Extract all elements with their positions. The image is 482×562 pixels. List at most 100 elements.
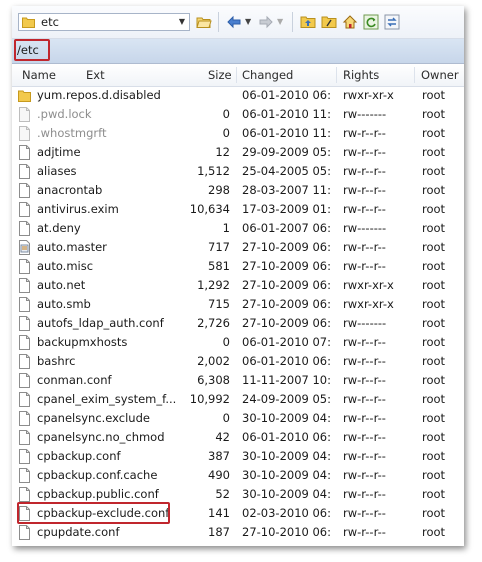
file-row[interactable]: auto.smb 715 27-10-2009 06:... rwxr-xr-x roo… <box>12 295 464 314</box>
file-rights: rw-r--r-- <box>343 183 386 197</box>
column-rights[interactable]: Rights <box>343 64 379 86</box>
file-changed: 06-01-2010 07:... <box>242 335 332 349</box>
file-size: 490 <box>208 468 230 482</box>
refresh-icon[interactable] <box>363 14 379 30</box>
folder-row[interactable]: yum.repos.d.disabled 06-01-2010 06:... rwx… <box>12 86 464 105</box>
directory-dropdown[interactable]: etc ▼ <box>18 13 190 31</box>
file-icon <box>19 202 30 217</box>
file-row[interactable]: .pwd.lock 0 06-01-2010 11:... rw------- root <box>12 105 464 124</box>
column-divider[interactable] <box>414 67 415 83</box>
column-divider[interactable] <box>236 67 237 83</box>
file-rights: rw-r--r-- <box>343 354 386 368</box>
file-icon <box>19 183 30 198</box>
column-changed[interactable]: Changed <box>242 64 293 86</box>
file-row[interactable]: backupmxhosts 0 06-01-2010 07:... rw-r--r--… <box>12 333 464 352</box>
hidden-file-icon <box>19 107 30 122</box>
column-ext[interactable]: Ext <box>86 64 105 86</box>
chevron-down-icon[interactable]: ▼ <box>177 17 187 27</box>
file-changed: 29-09-2009 05:... <box>242 145 332 159</box>
forward-history-dropdown-icon[interactable]: ▼ <box>277 17 283 26</box>
file-size: 581 <box>208 259 230 273</box>
file-row[interactable]: auto.misc 581 27-10-2009 06:... rw-r--r-- ro… <box>12 257 464 276</box>
parent-dir-icon[interactable] <box>300 14 316 30</box>
file-size: 1,292 <box>197 278 230 292</box>
file-owner: root <box>422 107 446 121</box>
file-rights: rw-r--r-- <box>343 449 386 463</box>
file-row[interactable]: cpupdate.conf 187 27-10-2010 06:... rw-r--r… <box>12 523 464 542</box>
file-size: 387 <box>208 449 230 463</box>
file-rights: rw-r--r-- <box>343 430 386 444</box>
forward-arrow-icon[interactable] <box>258 14 274 30</box>
open-folder-icon[interactable] <box>196 14 212 30</box>
file-rights: rw-r--r-- <box>343 145 386 159</box>
file-icon <box>19 278 30 293</box>
file-row[interactable]: anacrontab 298 28-03-2007 11:... rw-r--r-- r… <box>12 181 464 200</box>
file-owner: root <box>422 88 446 102</box>
file-row[interactable]: .whostmgrft 0 06-01-2010 11:... rw-r--r-- ro… <box>12 124 464 143</box>
file-changed: 02-03-2010 06:... <box>242 506 332 520</box>
back-arrow-icon[interactable] <box>226 14 242 30</box>
root-dir-icon[interactable] <box>321 14 337 30</box>
file-icon <box>19 259 30 274</box>
file-owner: root <box>422 392 446 406</box>
column-divider[interactable] <box>336 67 337 83</box>
address-bar[interactable]: /etc <box>12 39 464 64</box>
file-row[interactable]: cpbackup.conf 387 30-10-2009 04:... rw-r--r… <box>12 447 464 466</box>
file-row[interactable]: cpbackup.conf.cache 490 30-10-2009 04:... r… <box>12 466 464 485</box>
file-row[interactable]: aliases 1,512 25-04-2005 05:... rw-r--r-- ro… <box>12 162 464 181</box>
file-owner: root <box>422 449 446 463</box>
column-owner[interactable]: Owner <box>421 64 459 86</box>
file-rights: rw-r--r-- <box>343 373 386 387</box>
file-icon <box>19 221 30 236</box>
file-rights: rw------- <box>343 107 387 121</box>
column-header: Name Ext Size Changed Rights Owner <box>12 64 464 87</box>
file-size: 10,992 <box>189 392 230 406</box>
file-changed: 27-10-2009 06:... <box>242 278 332 292</box>
file-icon <box>19 373 30 388</box>
file-row[interactable]: autofs_ldap_auth.conf 2,726 27-10-2009 06:… <box>12 314 464 333</box>
file-rights: rw-r--r-- <box>343 126 386 140</box>
file-owner: root <box>422 221 446 235</box>
file-row[interactable]: at.deny 1 06-01-2007 06:... rw------- root <box>12 219 464 238</box>
home-icon[interactable] <box>342 14 358 30</box>
file-changed: 11-11-2007 10:... <box>242 373 332 387</box>
file-size: 1,512 <box>197 164 230 178</box>
file-owner: root <box>422 259 446 273</box>
file-row[interactable]: cpanelsync.no_chmod 42 06-01-2010 06:... rw… <box>12 428 464 447</box>
file-row[interactable]: adjtime 12 29-09-2009 05:... rw-r--r-- root <box>12 143 464 162</box>
file-changed: 30-10-2009 04:... <box>242 449 332 463</box>
file-owner: root <box>422 411 446 425</box>
file-size: 715 <box>208 297 230 311</box>
hidden-file-icon <box>19 126 30 141</box>
file-size: 0 <box>222 107 230 121</box>
sync-icon[interactable] <box>384 14 400 30</box>
file-owner: root <box>422 202 446 216</box>
toolbar-separator <box>218 12 219 32</box>
file-row[interactable]: bashrc 2,002 06-01-2010 06:... rw-r--r-- roo… <box>12 352 464 371</box>
column-size[interactable]: Size <box>208 64 232 86</box>
file-owner: root <box>422 240 446 254</box>
file-row[interactable]: antivirus.exim 10,634 17-03-2009 01:... rw-… <box>12 200 464 219</box>
file-changed: 28-03-2007 11:... <box>242 183 332 197</box>
file-row[interactable]: conman.conf 6,308 11-11-2007 10:... rw-r--r… <box>12 371 464 390</box>
file-size: 6,308 <box>197 373 230 387</box>
file-owner: root <box>422 525 446 539</box>
file-icon <box>19 316 30 331</box>
file-row[interactable]: auto.master 717 27-10-2009 06:... rw-r--r--… <box>12 238 464 257</box>
file-row[interactable]: cpanel_exim_system_f... 10,992 24-09-2009 … <box>12 390 464 409</box>
file-size: 2,002 <box>197 354 230 368</box>
column-name[interactable]: Name <box>22 64 56 86</box>
file-changed: 27-10-2009 06:... <box>242 259 332 273</box>
file-rights: rw-r--r-- <box>343 411 386 425</box>
file-icon <box>19 449 30 464</box>
file-rights: rw-r--r-- <box>343 392 386 406</box>
file-changed: 27-10-2009 06:... <box>242 297 332 311</box>
file-size: 2,726 <box>197 316 230 330</box>
file-changed: 06-01-2010 11:... <box>242 107 332 121</box>
file-row[interactable]: auto.net 1,292 27-10-2009 06:... rwxr-xr-x r… <box>12 276 464 295</box>
back-history-dropdown-icon[interactable]: ▼ <box>245 17 251 26</box>
config-file-icon <box>19 240 30 255</box>
file-rights: rwxr-xr-x <box>343 297 394 311</box>
file-row[interactable]: cpanelsync.exclude 0 30-10-2009 04:... rw-r… <box>12 409 464 428</box>
file-changed: 30-10-2009 04:... <box>242 468 332 482</box>
